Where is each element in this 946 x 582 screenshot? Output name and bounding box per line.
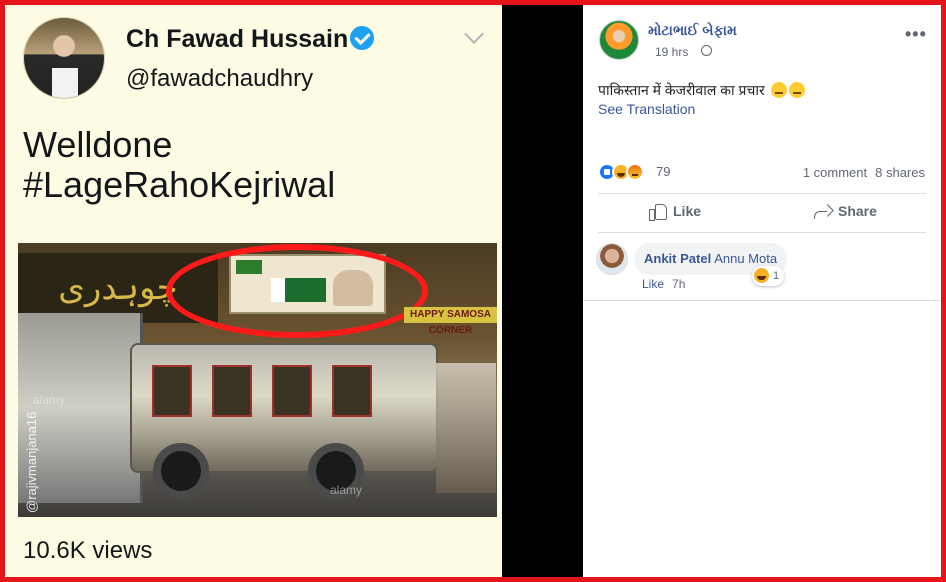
page-name[interactable]: મોટાભાઈ બેફામ bbox=[648, 22, 737, 39]
facebook-post: મોટાભાઈ બેફામ 19 hrs ••• पाकिस्तान में क… bbox=[583, 5, 941, 577]
tweet-views: 10.6K views bbox=[23, 537, 153, 564]
black-divider bbox=[502, 5, 583, 577]
stock-watermark: alamy bbox=[33, 393, 66, 407]
tweet-display-name[interactable]: Ch Fawad Hussain bbox=[126, 25, 348, 54]
share-button[interactable]: Share bbox=[814, 203, 877, 225]
thumbs-up-icon bbox=[649, 203, 667, 221]
share-arrow-icon bbox=[814, 203, 832, 219]
shares-count-link[interactable]: 8 shares bbox=[875, 165, 925, 180]
bus-wheel bbox=[153, 443, 209, 499]
comment-like-link[interactable]: Like bbox=[642, 277, 664, 291]
reaction-count: 79 bbox=[656, 164, 671, 179]
chevron-down-icon[interactable] bbox=[464, 24, 484, 44]
comment-reaction-count: 1 bbox=[773, 270, 780, 282]
page-avatar[interactable] bbox=[599, 20, 639, 60]
verified-badge-icon bbox=[350, 26, 374, 50]
post-text-content: पाकिस्तान में केजरीवाल का प्रचार bbox=[598, 82, 765, 98]
stock-watermark: alamy bbox=[330, 483, 363, 497]
more-icon[interactable]: ••• bbox=[905, 24, 927, 45]
post-stats: 1 comment 8 shares bbox=[803, 165, 925, 180]
tweet-photo[interactable]: چوہدری فرزند علی HAPPY SAMOSA CORNER @ra… bbox=[18, 243, 497, 517]
tweet-handle[interactable]: @fawadchaudhry bbox=[126, 65, 313, 93]
angry-reaction-icon bbox=[626, 163, 644, 181]
divider-line bbox=[583, 300, 941, 301]
share-button-label: Share bbox=[838, 203, 877, 219]
post-time[interactable]: 19 hrs bbox=[655, 45, 688, 59]
post-text: पाकिस्तान में केजरीवाल का प्रचार bbox=[598, 81, 805, 100]
haha-reaction-icon bbox=[754, 268, 769, 283]
thinking-emoji-icon bbox=[770, 82, 787, 98]
divider-line bbox=[598, 193, 926, 194]
comment-text[interactable]: Annu Mota bbox=[714, 251, 777, 266]
photo-watermark: @rajivmanjana16 bbox=[24, 411, 39, 513]
red-highlight-circle bbox=[166, 244, 428, 338]
like-button-label: Like bbox=[673, 203, 702, 219]
tweet-text: Welldone #LageRahoKejriwal bbox=[23, 125, 335, 205]
tweet-avatar[interactable] bbox=[23, 17, 105, 99]
see-translation-link[interactable]: See Translation bbox=[598, 101, 695, 117]
like-button[interactable]: Like bbox=[649, 203, 701, 225]
comment-time[interactable]: 7h bbox=[672, 277, 685, 291]
thinking-emoji-icon bbox=[788, 82, 805, 98]
comment-meta: Like 7h bbox=[642, 277, 685, 291]
tweet-text-line: Welldone bbox=[23, 124, 173, 165]
divider-line bbox=[598, 232, 926, 233]
globe-icon bbox=[701, 45, 712, 56]
comment-reactions[interactable]: 1 bbox=[752, 266, 785, 286]
pedestrians bbox=[436, 363, 496, 493]
comment-author[interactable]: Ankit Patel bbox=[644, 251, 711, 266]
tweet-card: Ch Fawad Hussain @fawadchaudhry Welldone… bbox=[5, 5, 502, 577]
commenter-avatar[interactable] bbox=[596, 243, 628, 275]
samosa-shop-sign: HAPPY SAMOSA CORNER bbox=[404, 307, 497, 336]
comments-count-link[interactable]: 1 comment bbox=[803, 165, 867, 180]
tweet-hashtag[interactable]: #LageRahoKejriwal bbox=[23, 165, 335, 205]
